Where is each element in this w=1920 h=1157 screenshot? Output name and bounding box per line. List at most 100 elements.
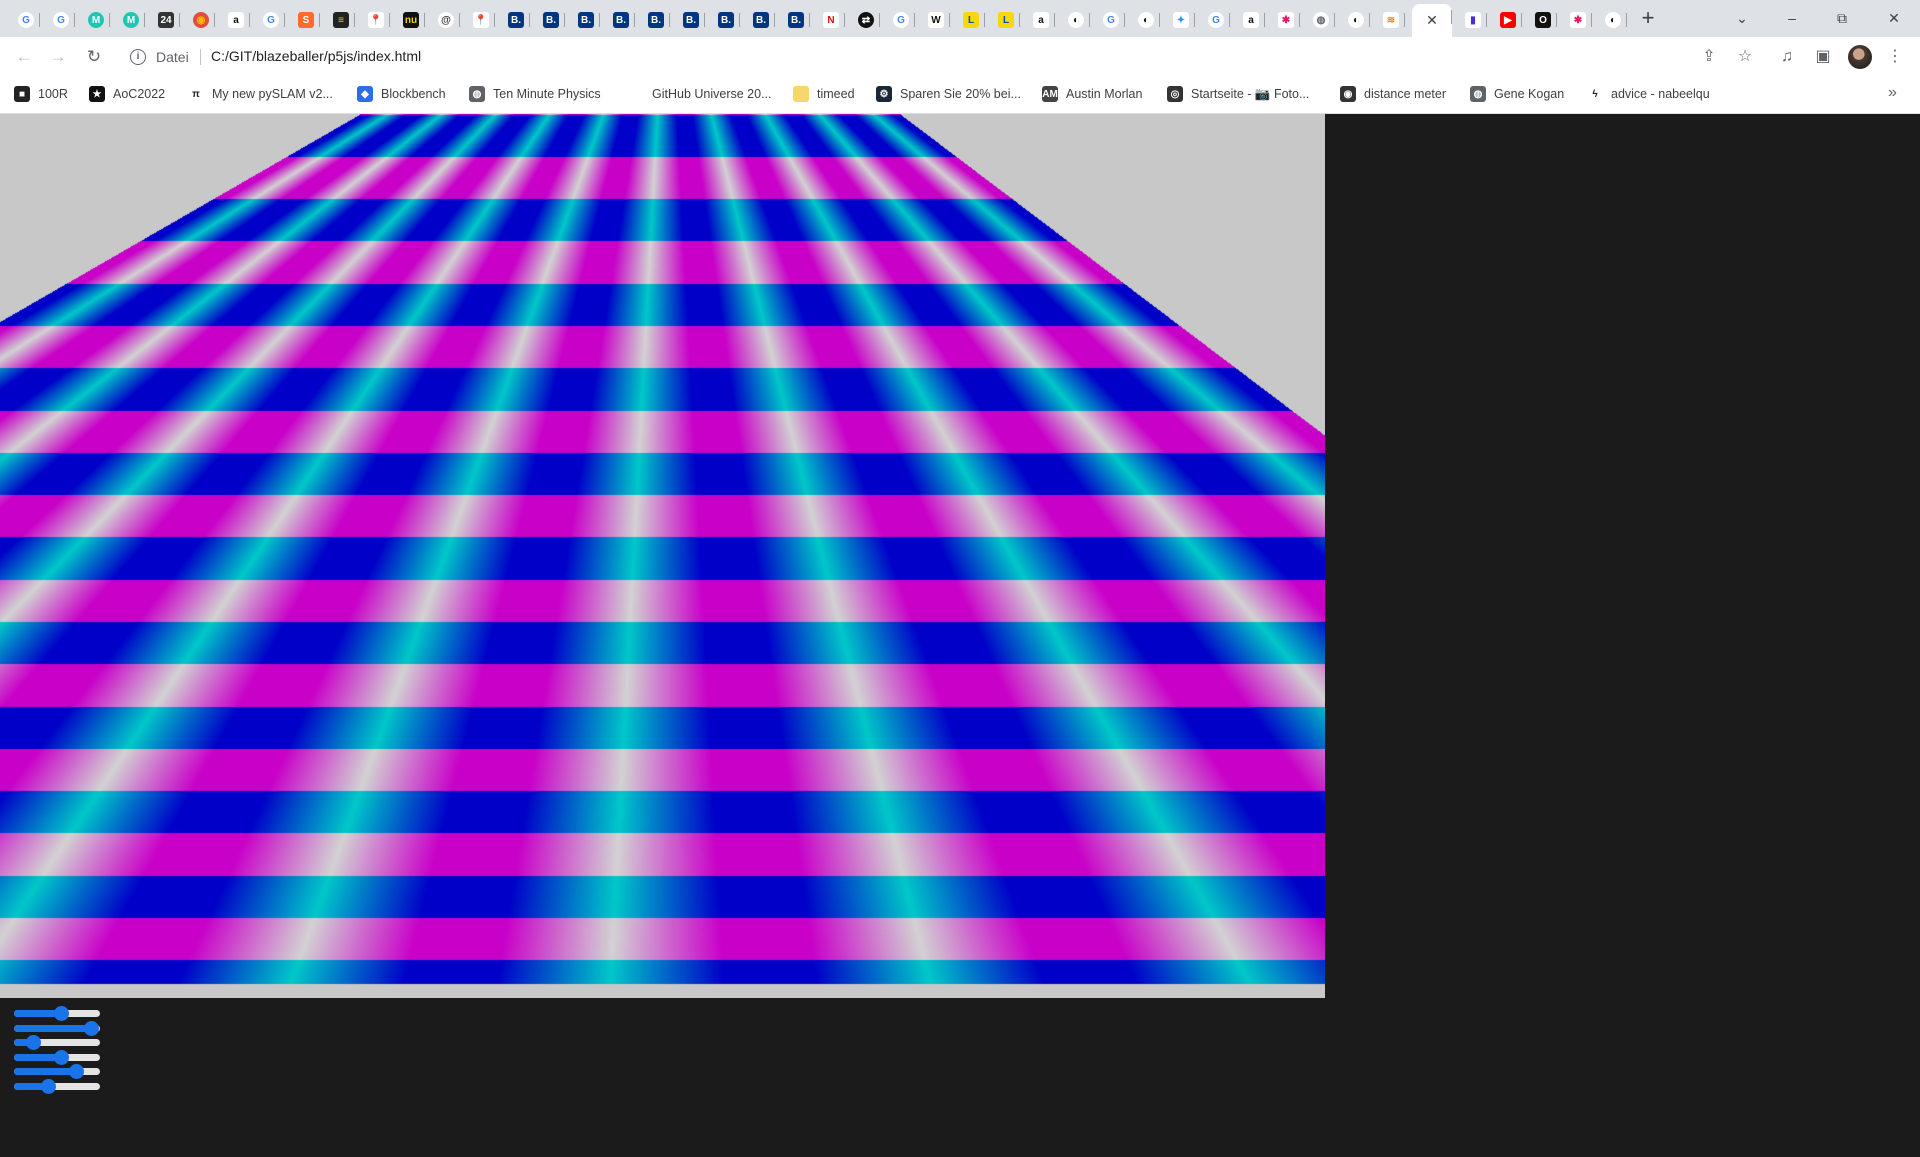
menu-icon[interactable]: ⋮: [1883, 45, 1907, 69]
tab[interactable]: G: [47, 7, 75, 33]
tab[interactable]: S: [292, 7, 320, 33]
tab-search-button[interactable]: ⌄: [1722, 6, 1762, 30]
reload-button[interactable]: ↻: [82, 45, 106, 69]
bookmark-item[interactable]: AM Austin Morlan: [1042, 86, 1142, 102]
tab[interactable]: B.: [712, 7, 740, 33]
slider-thumb[interactable]: [54, 1049, 70, 1065]
tab[interactable]: ◐: [1599, 7, 1627, 33]
bookmarks-overflow-button[interactable]: »: [1888, 84, 1897, 102]
bookmark-item[interactable]: ϟ advice - nabeelqu: [1587, 86, 1710, 102]
forward-button[interactable]: →: [46, 45, 70, 69]
slider-3[interactable]: [14, 1035, 100, 1050]
bookmark-label: Gene Kogan: [1494, 87, 1565, 101]
tab[interactable]: ✦: [1167, 7, 1195, 33]
tab[interactable]: B.: [677, 7, 705, 33]
tab[interactable]: G: [12, 7, 40, 33]
tab-separator: [1334, 13, 1335, 27]
tab[interactable]: B.: [747, 7, 775, 33]
share-icon[interactable]: ⇪: [1697, 45, 1721, 69]
tab[interactable]: nu: [397, 7, 425, 33]
new-tab-button[interactable]: +: [1634, 5, 1662, 33]
tab[interactable]: M: [82, 7, 110, 33]
bookmark-item[interactable]: ◎ Startseite - 📷 Foto...: [1167, 86, 1309, 102]
profile-avatar[interactable]: [1848, 45, 1872, 69]
tab[interactable]: ▶: [1494, 7, 1522, 33]
tab[interactable]: a: [1027, 7, 1055, 33]
bookmark-label: Sparen Sie 20% bei...: [900, 87, 1021, 101]
slider-thumb[interactable]: [25, 1035, 41, 1050]
globe-icon: ◍: [1470, 86, 1486, 102]
close-icon[interactable]: ✕: [1426, 12, 1438, 29]
tab[interactable]: ◍: [1307, 7, 1335, 33]
bookmark-item[interactable]: ◆ Blockbench: [357, 86, 446, 102]
tab-active[interactable]: ✕: [1412, 4, 1452, 37]
calendar-icon: 24: [158, 12, 174, 28]
tab[interactable]: 📍: [362, 7, 390, 33]
bookmark-item[interactable]: timeed: [793, 86, 855, 102]
slider-thumb[interactable]: [54, 1006, 70, 1021]
tab[interactable]: B.: [537, 7, 565, 33]
tab[interactable]: N: [817, 7, 845, 33]
media-controls-icon[interactable]: ♫: [1775, 45, 1799, 69]
tab[interactable]: ⇄: [852, 7, 880, 33]
bookmark-item[interactable]: GitHub Universe 20...: [628, 86, 772, 102]
slider-6[interactable]: [14, 1078, 100, 1094]
tab[interactable]: W: [922, 7, 950, 33]
slider-thumb[interactable]: [41, 1078, 57, 1094]
slider-4[interactable]: [14, 1049, 100, 1065]
tab[interactable]: ✱: [1272, 7, 1300, 33]
tab[interactable]: B.: [782, 7, 810, 33]
back-button[interactable]: ←: [12, 45, 36, 69]
tab[interactable]: 24: [152, 7, 180, 33]
tab[interactable]: a: [1237, 7, 1265, 33]
bookmark-star-icon[interactable]: ☆: [1733, 45, 1757, 69]
sketch-canvas[interactable]: [0, 114, 1325, 998]
slider-thumb[interactable]: [84, 1020, 100, 1036]
tab[interactable]: @: [432, 7, 460, 33]
tab[interactable]: ◐: [1062, 7, 1090, 33]
window-close-button[interactable]: ✕: [1874, 6, 1914, 30]
address-bar[interactable]: i Datei C:/GIT/blazeballer/p5js/index.ht…: [120, 42, 1760, 72]
tab[interactable]: L: [957, 7, 985, 33]
tab[interactable]: G: [1202, 7, 1230, 33]
minimize-button[interactable]: –: [1772, 6, 1812, 30]
tab[interactable]: B.: [607, 7, 635, 33]
tab[interactable]: L: [992, 7, 1020, 33]
tab[interactable]: G: [887, 7, 915, 33]
tab[interactable]: ◉: [187, 7, 215, 33]
bookmark-item[interactable]: ◍ Gene Kogan: [1470, 86, 1564, 102]
tab[interactable]: ◐: [1132, 7, 1160, 33]
bookmark-label: AoC2022: [113, 87, 166, 101]
tab-separator: [704, 13, 705, 27]
tab[interactable]: a: [222, 7, 250, 33]
slider-1[interactable]: [14, 1006, 100, 1021]
tab[interactable]: G: [1097, 7, 1125, 33]
site-info-icon[interactable]: i: [130, 49, 146, 65]
slider-2[interactable]: [14, 1020, 100, 1036]
tab[interactable]: B.: [572, 7, 600, 33]
tab[interactable]: ≋: [1377, 7, 1405, 33]
tab[interactable]: O: [1529, 7, 1557, 33]
tab[interactable]: M: [117, 7, 145, 33]
restore-button[interactable]: ⧉: [1822, 6, 1862, 30]
tab[interactable]: ≡: [327, 7, 355, 33]
slider-thumb[interactable]: [68, 1064, 84, 1079]
bookmark-item[interactable]: ◉ distance meter: [1340, 86, 1446, 102]
bookmark-item[interactable]: ■ 100R: [14, 86, 68, 102]
lidl-icon: L: [998, 12, 1014, 28]
tab-separator: [494, 13, 495, 27]
bookmark-item[interactable]: ⚙ Sparen Sie 20% bei...: [876, 86, 1021, 102]
tab[interactable]: B.: [502, 7, 530, 33]
side-panel-icon[interactable]: ▣: [1811, 45, 1835, 69]
url-text[interactable]: C:/GIT/blazeballer/p5js/index.html: [211, 48, 421, 64]
bookmark-item[interactable]: ◍ Ten Minute Physics: [469, 86, 601, 102]
tab[interactable]: ✱: [1564, 7, 1592, 33]
tab[interactable]: ◐: [1342, 7, 1370, 33]
tab[interactable]: ▮: [1459, 7, 1487, 33]
tab[interactable]: G: [257, 7, 285, 33]
bookmark-item[interactable]: ★ AoC2022: [89, 86, 165, 102]
tab[interactable]: B.: [642, 7, 670, 33]
bookmark-item[interactable]: π My new pySLAM v2...: [188, 86, 333, 102]
slider-5[interactable]: [14, 1064, 100, 1079]
tab[interactable]: 📍: [467, 7, 495, 33]
